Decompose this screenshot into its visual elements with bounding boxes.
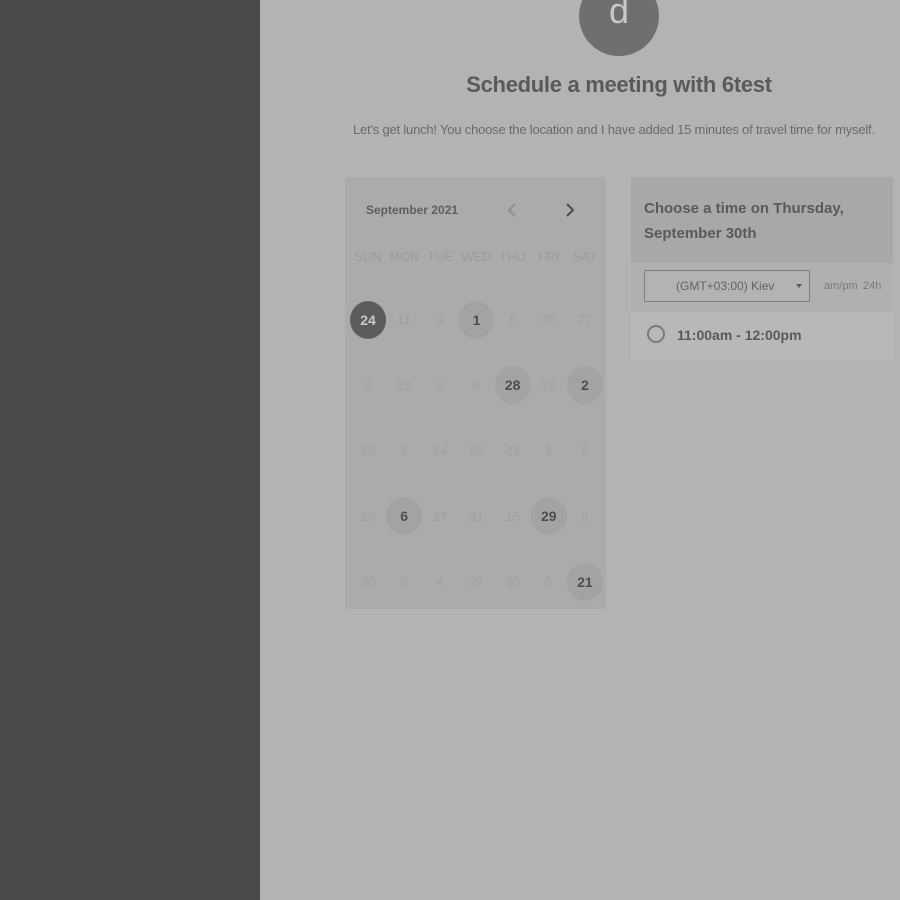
calendar-day[interactable]: 24: [350, 287, 387, 353]
calendar-day[interactable]: 6: [386, 484, 423, 550]
calendar-day: 6: [458, 353, 494, 419]
calendar-day-label: 15: [505, 508, 520, 524]
timezone-select[interactable]: (GMT+03:00) Kiev: [644, 270, 810, 302]
weekday-label: SAT: [572, 249, 598, 264]
calendar-day-label: 28: [541, 377, 556, 393]
calendar-day[interactable]: 28: [494, 353, 531, 419]
format-24h-toggle[interactable]: 24h: [863, 280, 881, 292]
calendar-month-label: September 2021: [366, 203, 459, 217]
calendar: September 2021 SUN MON TUE WED THU FRI SAT 24 1…: [345, 177, 606, 609]
calendar-day: 26: [350, 484, 386, 550]
format-ampm-toggle[interactable]: am/pm: [824, 280, 858, 292]
calendar-day: 6: [386, 418, 422, 484]
calendar-day: 27: [458, 549, 494, 615]
calendar-day-label: 5: [364, 377, 372, 393]
calendar-day-label: 26: [469, 443, 484, 459]
calendar-day-label: 2: [566, 366, 603, 405]
calendar-day: 1: [531, 418, 567, 484]
avatar: d: [579, 0, 659, 56]
radio-icon[interactable]: [647, 325, 665, 343]
page-subtitle: Let's get lunch! You choose the location…: [353, 122, 875, 137]
calendar-day: 4: [422, 287, 458, 353]
calendar-day: 22: [495, 418, 531, 484]
calendar-day-label: 6: [509, 312, 517, 328]
calendar-day-label: 6: [472, 377, 481, 393]
calendar-day-label: 6: [400, 443, 408, 459]
calendar-day-label: 20: [505, 574, 520, 590]
weekday-label: TUE: [427, 249, 454, 264]
calendar-day-label: 4: [436, 574, 444, 590]
calendar-day-label: 25: [541, 312, 556, 328]
calendar-day-label: 21: [566, 562, 603, 601]
calendar-day: 22: [386, 353, 422, 419]
calendar-day: 5: [350, 353, 386, 419]
calendar-day[interactable]: 29: [530, 484, 567, 550]
time-slot-label: 11:00am - 12:00pm: [677, 327, 802, 343]
calendar-day: 2: [567, 418, 603, 484]
weekday-label: THU: [499, 249, 526, 264]
calendar-day-label: 8: [581, 508, 589, 524]
calendar-day-label: 27: [577, 312, 593, 328]
calendar-day-label: 22: [396, 377, 412, 393]
calendar-day-label: 31: [469, 508, 484, 524]
calendar-day-label: 27: [433, 508, 448, 524]
page-title: Schedule a meeting with 6test: [466, 72, 772, 97]
weekday-label: FRI: [538, 249, 560, 264]
calendar-day: 15: [495, 484, 531, 550]
calendar-day-label: 5: [545, 574, 553, 590]
calendar-day: 26: [458, 418, 494, 484]
calendar-day: 24: [422, 418, 458, 484]
calendar-day-label: 9: [400, 574, 408, 590]
calendar-day-label: 11: [397, 312, 411, 328]
weekday-label: MON: [389, 249, 420, 264]
time-panel: Choose a time on Thursday, September 30t…: [631, 177, 893, 360]
calendar-day: 28: [350, 418, 386, 484]
weekday-header: SUN MON TUE WED THU FRI SAT: [350, 249, 603, 264]
calendar-day-label: 6: [386, 497, 423, 536]
calendar-day: 5: [531, 549, 567, 615]
weekday-label: SUN: [354, 249, 382, 264]
calendar-day-label: 1: [545, 443, 553, 459]
calendar-day-label: 24: [350, 300, 387, 339]
timezone-label: (GMT+03:00) Kiev: [676, 279, 775, 293]
calendar-day-label: 5: [436, 377, 444, 393]
main-content: d Schedule a meeting with 6test Let's ge…: [260, 0, 900, 900]
chevron-left-icon[interactable]: [503, 201, 521, 219]
calendar-day[interactable]: 21: [566, 549, 603, 615]
calendar-day[interactable]: 2: [566, 353, 603, 419]
calendar-day-label: 1: [458, 300, 495, 339]
weekday-label: WED: [461, 249, 492, 264]
calendar-day: 5: [422, 353, 458, 419]
calendar-day: 30: [350, 549, 386, 615]
calendar-day: 27: [422, 484, 458, 550]
calendar-day: 25: [531, 287, 567, 353]
sidebar: [0, 0, 260, 900]
calendar-day: 6: [495, 287, 531, 353]
calendar-day-label: 27: [469, 574, 484, 590]
time-panel-heading: Choose a time on Thursday, September 30t…: [644, 200, 844, 242]
calendar-day-label: 4: [436, 312, 444, 328]
caret-down-icon: [796, 284, 802, 288]
time-slot[interactable]: 11:00am - 12:00pm: [631, 312, 893, 360]
chevron-right-icon[interactable]: [561, 201, 579, 219]
calendar-day-label: 29: [530, 497, 567, 536]
calendar-day-label: 24: [433, 443, 448, 459]
time-panel-header: Choose a time on Thursday, September 30t…: [631, 177, 893, 263]
calendar-day-label: 28: [494, 366, 531, 405]
calendar-day-label: 22: [505, 443, 520, 459]
calendar-grid: 24 11 4 1 6 25 27 5 22 5 6 28 28 2 28 6 24 26 22 1 2 26 6 27 31 1…: [350, 287, 603, 615]
calendar-day-label: 2: [581, 443, 589, 459]
calendar-day: 20: [495, 549, 531, 615]
calendar-day-label: 26: [360, 508, 376, 524]
calendar-day: 27: [567, 287, 603, 353]
calendar-day-label: 28: [360, 443, 376, 459]
calendar-day: 11: [386, 287, 422, 353]
calendar-day: 31: [458, 484, 494, 550]
calendar-day[interactable]: 1: [458, 287, 495, 353]
calendar-day: 4: [422, 549, 458, 615]
calendar-day-label: 30: [360, 574, 376, 590]
calendar-day: 8: [567, 484, 603, 550]
calendar-day: 28: [531, 353, 567, 419]
calendar-day: 9: [386, 549, 422, 615]
